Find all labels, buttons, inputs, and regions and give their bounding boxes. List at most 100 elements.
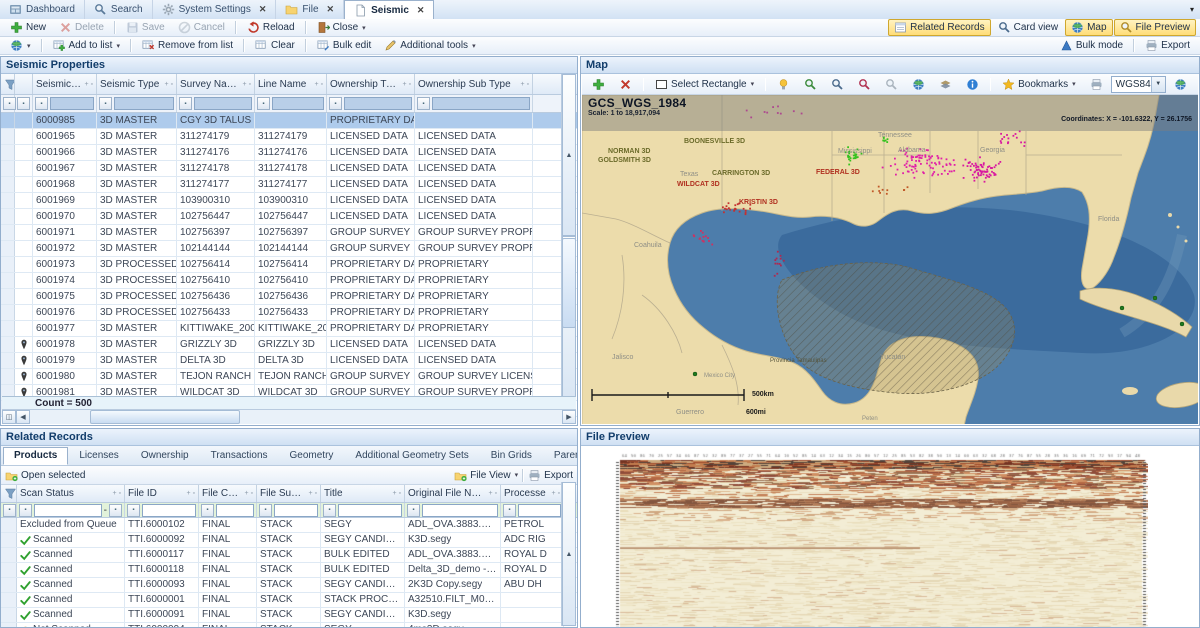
add-to-list-button[interactable]: Add to list▾: [47, 37, 126, 54]
seismic-grid-hscrollbar[interactable]: ◫ ◀ ▶: [2, 409, 576, 424]
filter-icon[interactable]: ▪: [17, 97, 30, 110]
filter-operator-icon[interactable]: ▪: [323, 504, 336, 517]
filter-input[interactable]: [422, 504, 498, 517]
related-grid[interactable]: Scan Status+ ▫File ID+ ▫File Catego+ ▫Fi…: [1, 485, 577, 628]
filter-operator-icon[interactable]: ▪: [257, 97, 270, 110]
zoom-window-button[interactable]: [825, 76, 850, 93]
table-row[interactable]: 60019773D MASTERKITTIWAKE_2005KITTIWAKE_…: [1, 321, 577, 337]
column-header-file-sub-catego[interactable]: File Sub Catego+ ▫: [257, 485, 321, 502]
map-button[interactable]: Map: [1065, 19, 1112, 36]
layers-button[interactable]: [933, 76, 958, 93]
filter-input[interactable]: [142, 504, 196, 517]
filter-operator-icon[interactable]: ▪: [35, 97, 48, 110]
filter-corner-cell[interactable]: [1, 485, 17, 502]
table-row[interactable]: 60019683D MASTER311274177311274177LICENS…: [1, 177, 577, 193]
filter-cell-original-file-name[interactable]: ▪: [405, 503, 501, 517]
table-row[interactable]: 60019713D MASTER102756397102756397GROUP …: [1, 225, 577, 241]
table-row[interactable]: 60019653D MASTER311274179311274179LICENS…: [1, 129, 577, 145]
table-row[interactable]: 60019753D PROCESSED102756436102756436PRO…: [1, 289, 577, 305]
table-row[interactable]: 60019803D MASTERTEJON RANCH 3DTEJON RANC…: [1, 369, 577, 385]
column-header-survey-name[interactable]: Survey Name+ ▫: [177, 74, 255, 94]
table-row[interactable]: 60019703D MASTER102756447102756447LICENS…: [1, 209, 577, 225]
seismic-grid-vscrollbar[interactable]: ▲ ▼: [561, 74, 576, 398]
identify-button[interactable]: [771, 76, 796, 93]
tab-system-settings[interactable]: System Settings✕: [153, 0, 277, 19]
grid-corner-icon[interactable]: ◫: [2, 410, 16, 424]
card-view-button[interactable]: Card view: [992, 19, 1064, 36]
table-row[interactable]: 60019763D PROCESSED102756433102756433PRO…: [1, 305, 577, 321]
scroll-up-icon[interactable]: ▲: [562, 482, 576, 626]
table-row[interactable]: ScannedTTI.6000117FINALSTACKBULK EDITEDA…: [1, 548, 577, 563]
tab-parent-seismic[interactable]: Parent Seismic: [543, 447, 578, 465]
filter-cell-survey-name[interactable]: ▪: [177, 95, 255, 112]
filter-operator-icon[interactable]: ▪: [201, 504, 214, 517]
tab-bin-grids[interactable]: Bin Grids: [480, 447, 543, 465]
column-header-seismic-type[interactable]: Seismic Type+ ▫: [97, 74, 177, 94]
zoom-out-button[interactable]: [852, 76, 877, 93]
filter-input[interactable]: [432, 97, 530, 110]
map-canvas[interactable]: TennesseeMississippiAlabamaGeorgiaFlorid…: [582, 95, 1198, 424]
filter-cell-seismic-id[interactable]: ▪: [33, 95, 97, 112]
related-records-button[interactable]: Related Records: [888, 19, 990, 36]
seismic-grid[interactable]: Seismic ID+ ▫Seismic Type+ ▫Survey Name+…: [1, 74, 577, 417]
bulk-mode-button[interactable]: Bulk mode: [1054, 37, 1129, 54]
filter-operator-icon[interactable]: ▪: [179, 97, 192, 110]
table-row[interactable]: 60019693D MASTER103900310103900310LICENS…: [1, 193, 577, 209]
related-grid-vscrollbar[interactable]: ▲: [561, 482, 576, 626]
table-row[interactable]: 60019723D MASTER102144144102144144GROUP …: [1, 241, 577, 257]
print-map-button[interactable]: [1084, 76, 1109, 93]
tab-search[interactable]: Search: [85, 0, 153, 19]
column-header-processe[interactable]: Processe+ ▫: [501, 485, 564, 502]
table-row[interactable]: 60019793D MASTERDELTA 3DDELTA 3DLICENSED…: [1, 353, 577, 369]
table-row[interactable]: ScannedTTI.6000091FINALSTACKSEGY CANDIDA…: [1, 608, 577, 623]
remove-from-list-button[interactable]: Remove from list: [136, 37, 239, 54]
filter-input[interactable]: [518, 504, 561, 517]
close-tab-icon[interactable]: ✕: [417, 5, 425, 16]
projection-button[interactable]: [1168, 76, 1193, 93]
filter-tool-cell[interactable]: ▪: [1, 503, 17, 517]
tab-overflow-icon[interactable]: ▾: [1184, 0, 1200, 19]
reload-button[interactable]: Reload: [241, 19, 301, 36]
tab-ownership[interactable]: Ownership: [130, 447, 200, 465]
filter-cell-file-sub-catego[interactable]: ▪: [257, 503, 321, 517]
map-viewport[interactable]: TennesseeMississippiAlabamaGeorgiaFlorid…: [582, 95, 1198, 424]
zoom-extents-button[interactable]: [879, 76, 904, 93]
column-header-file-catego[interactable]: File Catego+ ▫: [199, 485, 257, 502]
tab-seismic[interactable]: Seismic✕: [344, 0, 434, 19]
filter-tool-cell[interactable]: ▪: [15, 95, 33, 112]
table-row[interactable]: ScannedTTI.6000118FINALSTACKBULK EDITEDD…: [1, 563, 577, 578]
table-row[interactable]: 60019743D PROCESSED102756410102756410PRO…: [1, 273, 577, 289]
filter-operator-icon[interactable]: ▪: [259, 504, 272, 517]
close-tab-icon[interactable]: ✕: [259, 4, 267, 15]
save-button[interactable]: Save: [120, 19, 171, 36]
filter-cell-file-catego[interactable]: ▪: [199, 503, 257, 517]
scroll-left-icon[interactable]: ◀: [16, 410, 30, 424]
filter-tool-cell[interactable]: ▪: [1, 95, 15, 112]
column-header-title[interactable]: Title+ ▫: [321, 485, 405, 502]
select-rectangle-button[interactable]: Select Rectangle▾: [649, 76, 760, 93]
filter-cell-title[interactable]: ▪: [321, 503, 405, 517]
tab-geometry[interactable]: Geometry: [279, 447, 345, 465]
filter-operator-icon[interactable]: ▪: [329, 97, 342, 110]
filter-corner-cell[interactable]: [1, 74, 15, 94]
filter-edit-icon[interactable]: ▪: [109, 504, 122, 517]
table-row[interactable]: ScannedTTI.6000092FINALSTACKSEGY CANDIDA…: [1, 533, 577, 548]
crs-select[interactable]: WGS84▼: [1111, 76, 1166, 93]
bookmarks-button[interactable]: Bookmarks▾: [996, 76, 1082, 93]
table-row[interactable]: 60009853D MASTERCGY 3D TALUSPROPRIETARY …: [1, 113, 577, 129]
export-button[interactable]: Export: [1139, 37, 1196, 54]
table-row[interactable]: 60019733D PROCESSED102756414102756414PRO…: [1, 257, 577, 273]
remove-from-map-button[interactable]: [613, 76, 638, 93]
clear-button[interactable]: Clear: [249, 37, 301, 54]
table-row[interactable]: ScannedTTI.6000001FINALSTACKSTACK PROC_1…: [1, 593, 577, 608]
tab-dashboard[interactable]: Dashboard: [0, 0, 85, 19]
filter-input[interactable]: [272, 97, 324, 110]
column-header-scan-status[interactable]: Scan Status+ ▫: [17, 485, 125, 502]
export-button[interactable]: Export: [528, 469, 573, 482]
filter-operator-icon[interactable]: ▪: [503, 504, 516, 517]
lock-projection-button[interactable]: [1195, 76, 1200, 93]
filter-input[interactable]: [50, 97, 94, 110]
filter-input[interactable]: [274, 504, 318, 517]
filter-cell-scan-status[interactable]: ▪-▪: [17, 503, 125, 517]
zoom-in-button[interactable]: [798, 76, 823, 93]
